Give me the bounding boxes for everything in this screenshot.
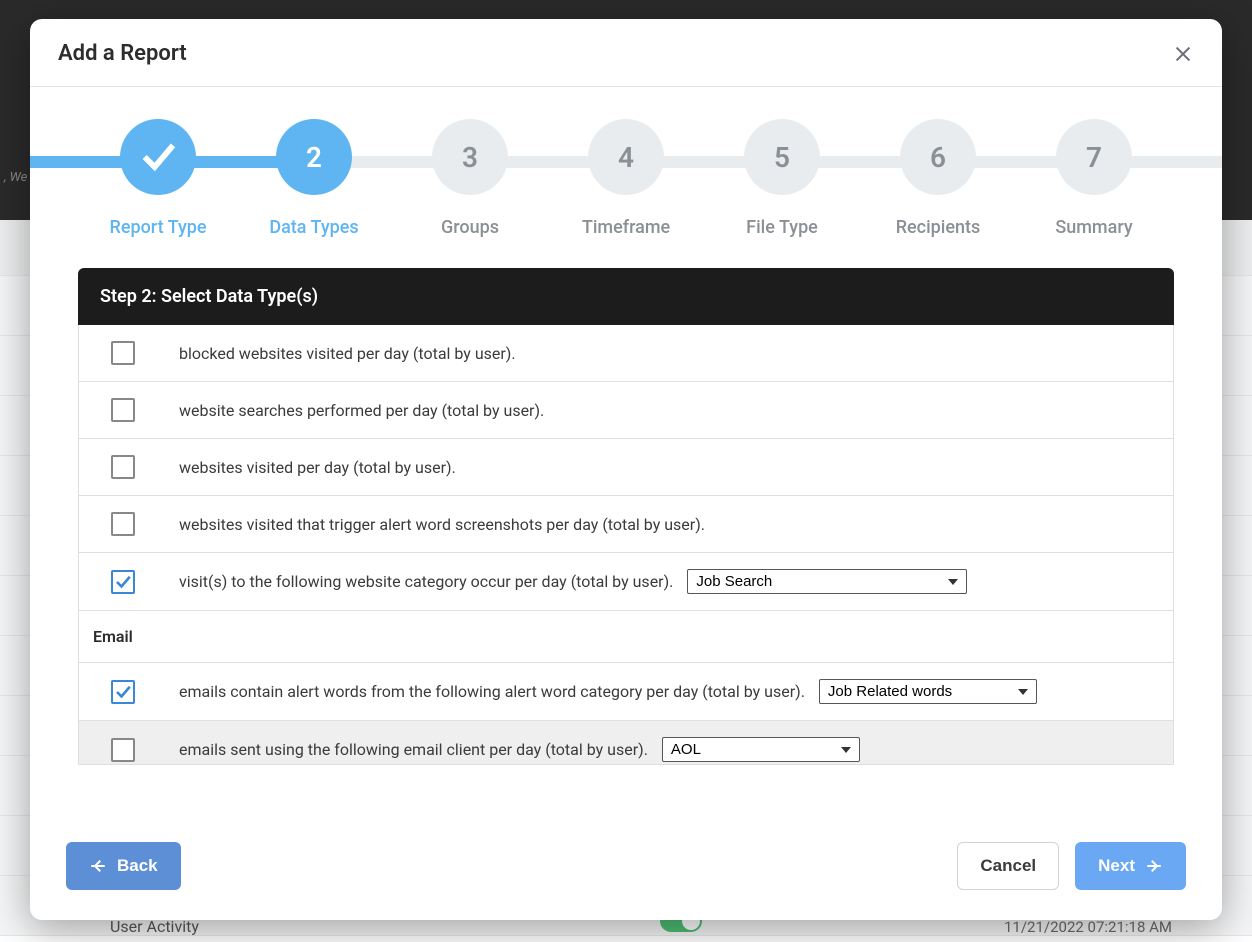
step-groups[interactable]: 3 Groups (392, 119, 548, 238)
background-date: 11/21/2022 07:21:18 AM (1004, 918, 1172, 936)
next-button[interactable]: Next (1075, 842, 1186, 890)
checkmark-icon (138, 137, 178, 177)
arrow-left-icon (89, 857, 107, 875)
wizard-stepper: Report Type 2 Data Types 3 Groups 4 Time… (30, 87, 1222, 250)
checkbox-website-searches[interactable] (111, 398, 135, 422)
data-types-scroll-area[interactable]: blocked websites visited per day (total … (78, 325, 1174, 765)
item-label: websites visited that trigger alert word… (179, 515, 705, 534)
step-report-type[interactable]: Report Type (80, 119, 236, 238)
checkbox-websites-visited[interactable] (111, 455, 135, 479)
button-label: Next (1098, 856, 1135, 876)
modal-title: Add a Report (58, 41, 187, 66)
select-website-category[interactable]: Job Search (687, 569, 967, 594)
checkbox-emails-alert[interactable] (111, 680, 135, 704)
step-label: Timeframe (582, 217, 670, 238)
step-file-type[interactable]: 5 File Type (704, 119, 860, 238)
add-report-modal: Add a Report Report Type 2 Data Types 3 … (30, 19, 1222, 920)
item-label: website searches performed per day (tota… (179, 401, 544, 420)
button-label: Back (117, 856, 158, 876)
checkbox-blocked-websites[interactable] (111, 341, 135, 365)
checkbox-emails-client[interactable] (111, 738, 135, 762)
list-item[interactable]: emails sent using the following email cl… (79, 721, 1173, 765)
item-label: visit(s) to the following website catego… (179, 572, 673, 591)
list-item[interactable]: blocked websites visited per day (total … (79, 325, 1173, 382)
step-summary[interactable]: 7 Summary (1016, 119, 1172, 238)
close-icon (1172, 43, 1194, 65)
checkmark-icon (114, 573, 132, 591)
back-button[interactable]: Back (66, 842, 181, 890)
step-label: Summary (1055, 217, 1132, 238)
background-hint: , We (0, 170, 27, 185)
step-label: File Type (746, 217, 818, 238)
checkbox-visits-category[interactable] (111, 570, 135, 594)
list-item[interactable]: visit(s) to the following website catego… (79, 553, 1173, 611)
section-header-email: Email (79, 611, 1173, 663)
item-label: emails contain alert words from the foll… (179, 682, 805, 701)
list-item[interactable]: websites visited that trigger alert word… (79, 496, 1173, 553)
list-item[interactable]: emails contain alert words from the foll… (79, 663, 1173, 721)
select-alert-word-category[interactable]: Job Related words (819, 679, 1037, 704)
list-item[interactable]: website searches performed per day (tota… (79, 382, 1173, 439)
step-timeframe[interactable]: 4 Timeframe (548, 119, 704, 238)
step-label: Data Types (269, 217, 358, 238)
cancel-button[interactable]: Cancel (957, 842, 1059, 890)
step-label: Groups (441, 217, 499, 238)
step-recipients[interactable]: 6 Recipients (860, 119, 1016, 238)
button-label: Cancel (980, 856, 1036, 876)
item-label: blocked websites visited per day (total … (179, 344, 516, 363)
arrow-right-icon (1145, 857, 1163, 875)
modal-footer: Back Cancel Next (30, 820, 1222, 920)
step-label: Recipients (896, 217, 981, 238)
item-label: emails sent using the following email cl… (179, 740, 648, 759)
modal-header: Add a Report (30, 19, 1222, 87)
select-email-client[interactable]: AOL (662, 737, 860, 762)
checkbox-websites-alert[interactable] (111, 512, 135, 536)
step-label: Report Type (109, 217, 206, 238)
list-item[interactable]: websites visited per day (total by user)… (79, 439, 1173, 496)
item-label: websites visited per day (total by user)… (179, 458, 456, 477)
checkmark-icon (114, 683, 132, 701)
step-data-types[interactable]: 2 Data Types (236, 119, 392, 238)
close-button[interactable] (1172, 43, 1194, 65)
panel-title: Step 2: Select Data Type(s) (78, 268, 1174, 325)
